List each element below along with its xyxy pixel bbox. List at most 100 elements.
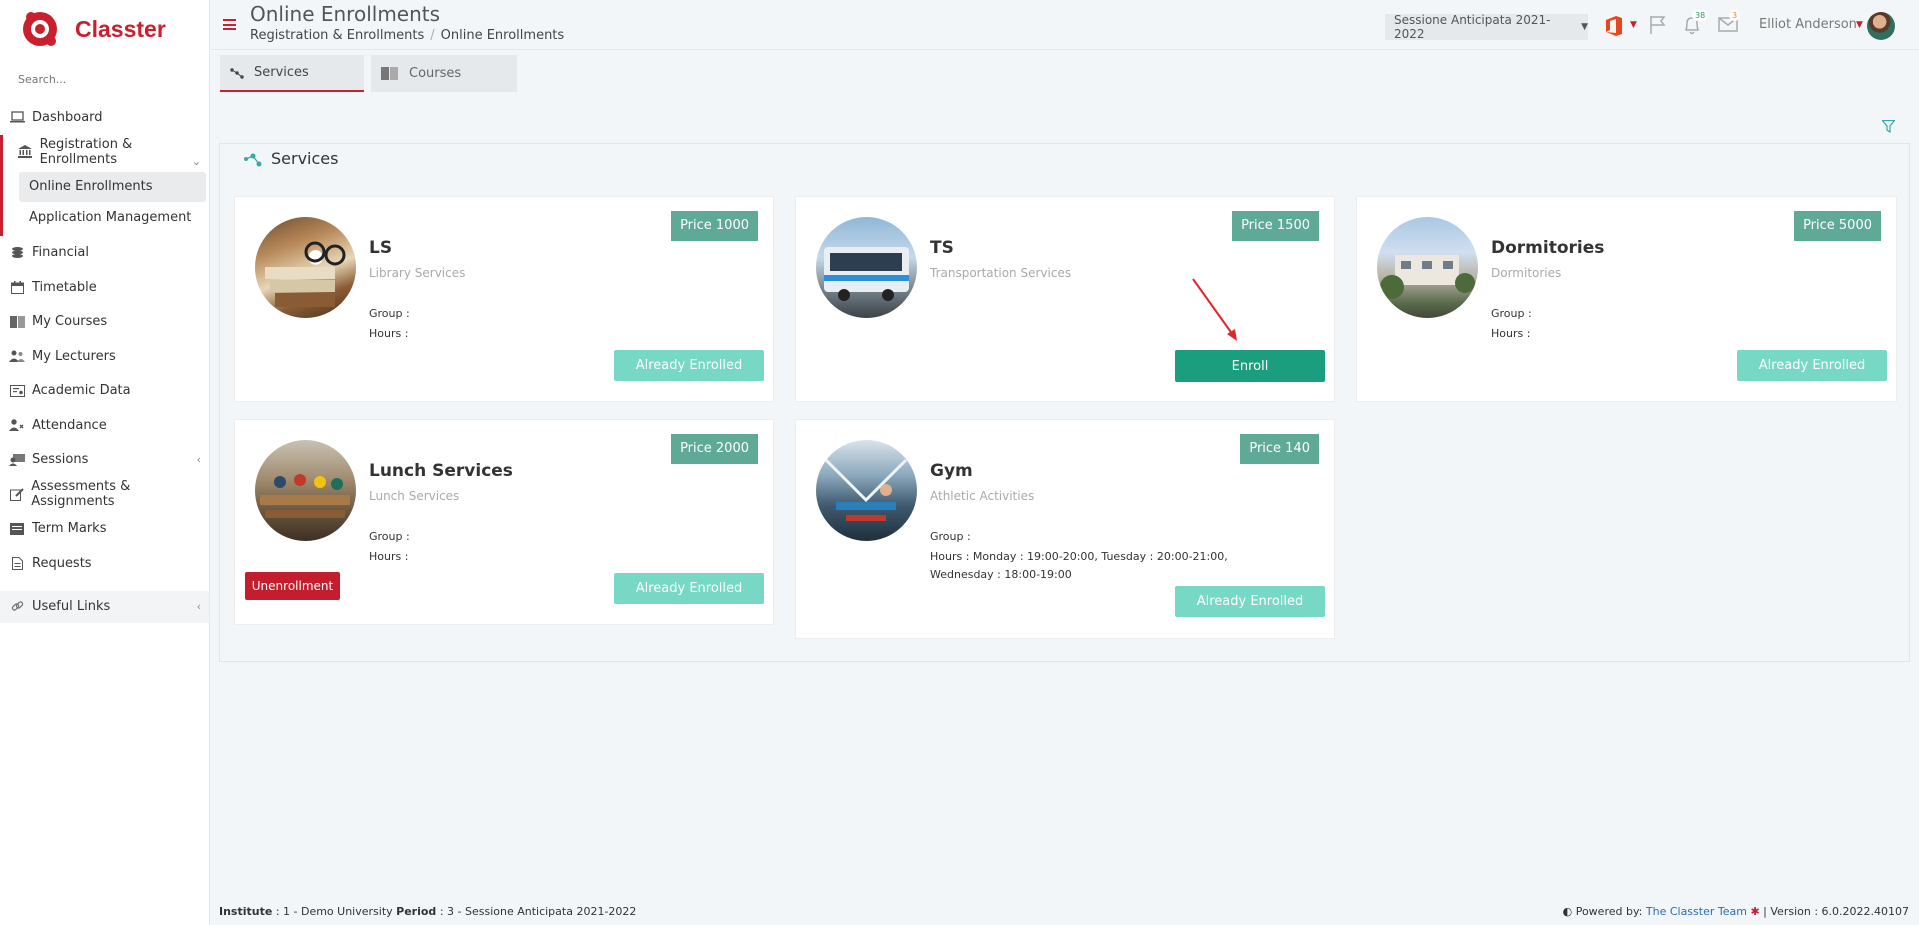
caret-down-icon[interactable]: ▼ — [1856, 20, 1863, 30]
chevron-left-icon: ‹ — [196, 453, 201, 467]
sidebar-item-term-marks[interactable]: Term Marks — [0, 512, 209, 547]
registration-submenu: Online Enrollments Application Managemen… — [0, 168, 209, 236]
footer-period-value: : 3 - Sessione Anticipata 2021-2022 — [439, 905, 637, 918]
service-hours: Hours : — [369, 550, 409, 563]
already-enrolled-button[interactable]: Already Enrolled — [614, 350, 764, 381]
sidebar-item-label: Useful Links — [32, 599, 111, 614]
service-group: Group : — [1491, 307, 1532, 320]
service-hours: Hours : Monday : 19:00-20:00, Tuesday : … — [930, 550, 1228, 581]
already-enrolled-button[interactable]: Already Enrolled — [614, 573, 764, 604]
sidebar-item-my-lecturers[interactable]: My Lecturers — [0, 339, 209, 374]
chevron-down-icon: ⌄ — [191, 154, 201, 168]
tab-services[interactable]: Services — [220, 55, 364, 92]
service-card-dormitories: Dormitories Dormitories Group : Hours : … — [1356, 196, 1897, 402]
service-hours: Hours : — [1491, 327, 1531, 340]
edit-icon — [9, 487, 24, 501]
avatar[interactable] — [1867, 12, 1895, 40]
sidebar-item-dashboard[interactable]: Dashboard — [0, 100, 209, 135]
sidebar: Classter Dashboard Registration & Enroll… — [0, 0, 210, 925]
price-badge: Price 1000 — [671, 211, 758, 241]
user-check-icon — [9, 418, 25, 432]
service-image — [255, 217, 356, 318]
logo[interactable]: Classter — [0, 0, 209, 58]
section-title-text: Services — [271, 149, 339, 168]
service-group: Group : — [369, 307, 410, 320]
institution-icon — [17, 145, 33, 159]
search-input[interactable] — [18, 72, 198, 86]
sidebar-item-label: Registration & Enrollments — [39, 136, 133, 167]
service-card-gym: Gym Athletic Activities Group : Hours : … — [795, 419, 1335, 639]
classter-flag-icon: ✱ — [1750, 905, 1760, 918]
sidebar-item-registration[interactable]: Registration & Enrollments ⌄ — [0, 134, 209, 169]
footer-period-label: Period — [396, 905, 437, 918]
sidebar-item-attendance[interactable]: Attendance — [0, 408, 209, 443]
annotation-arrow-icon — [1192, 278, 1237, 341]
classter-logo-icon — [23, 12, 57, 46]
sidebar-item-sessions[interactable]: Sessions ‹ — [0, 443, 209, 478]
enroll-button[interactable]: Enroll — [1175, 350, 1325, 382]
already-enrolled-button[interactable]: Already Enrolled — [1175, 586, 1325, 617]
footer: Institute : 1 - Demo University Period :… — [219, 905, 1909, 918]
filter-icon[interactable] — [1882, 120, 1895, 133]
sidebar-item-assessments[interactable]: Assessments & Assignments — [0, 477, 209, 512]
tab-courses[interactable]: Courses — [371, 55, 517, 92]
classter-team-link[interactable]: The Classter Team — [1646, 905, 1747, 918]
service-card-ls: LS Library Services Group : Hours : Pric… — [234, 196, 774, 402]
page-title: Online Enrollments — [250, 2, 441, 26]
footer-institute-value: : 1 - Demo University — [275, 905, 393, 918]
sidebar-item-online-enrollments[interactable]: Online Enrollments — [19, 171, 206, 202]
sidebar-item-label: Requests — [32, 555, 92, 571]
flag-icon[interactable] — [1649, 15, 1667, 35]
service-group: Group : — [369, 530, 410, 543]
menu-toggle-icon[interactable] — [223, 19, 236, 30]
link-icon — [9, 600, 25, 614]
users-icon — [9, 349, 25, 363]
sidebar-item-financial[interactable]: Financial — [0, 236, 209, 271]
sidebar-item-label: Timetable — [32, 279, 97, 295]
sessions-icon — [9, 453, 25, 467]
sidebar-item-timetable[interactable]: Timetable — [0, 270, 209, 305]
sidebar-item-label: Dashboard — [32, 109, 103, 125]
app-name: Classter — [75, 15, 166, 42]
services-icon — [230, 67, 244, 79]
sidebar-item-label: Sessions — [32, 452, 89, 468]
sidebar-item-my-courses[interactable]: My Courses — [0, 305, 209, 340]
sidebar-search[interactable] — [0, 58, 209, 100]
coins-icon — [9, 246, 25, 260]
sidebar-item-requests[interactable]: Requests — [0, 546, 209, 581]
notifications-badge: 38 — [1692, 10, 1709, 21]
caret-down-icon: ▼ — [1581, 22, 1588, 32]
unenrollment-button[interactable]: Unenrollment — [245, 572, 340, 600]
certificate-icon — [9, 384, 25, 398]
powered-by-label: Powered by: — [1575, 905, 1643, 918]
service-name: LS — [369, 238, 393, 258]
already-enrolled-button[interactable]: Already Enrolled — [1737, 350, 1887, 381]
session-select[interactable]: Sessione Anticipata 2021-2022 ▼ — [1385, 13, 1588, 41]
footer-powered: ◐ Powered by: The Classter Team ✱ | Vers… — [1563, 905, 1909, 918]
sidebar-item-application-management[interactable]: Application Management — [19, 203, 206, 233]
service-hours: Hours : — [369, 327, 409, 340]
price-badge: Price 5000 — [1794, 211, 1881, 241]
service-description: Transportation Services — [930, 266, 1072, 280]
classter-small-icon: ◐ — [1562, 905, 1573, 918]
book-icon — [9, 315, 25, 329]
tab-label: Courses — [409, 66, 462, 81]
office-icon[interactable] — [1605, 16, 1623, 36]
breadcrumb-separator: / — [430, 28, 435, 43]
sidebar-item-label: Financial — [32, 245, 89, 261]
breadcrumb-item[interactable]: Registration & Enrollments — [250, 28, 424, 43]
services-icon — [243, 151, 263, 167]
tab-label: Services — [254, 65, 309, 80]
user-name[interactable]: Elliot Anderson — [1759, 17, 1857, 32]
breadcrumb-item: Online Enrollments — [440, 28, 565, 43]
service-description: Dormitories — [1491, 266, 1562, 280]
book-icon — [381, 67, 399, 80]
service-description: Library Services — [369, 266, 466, 280]
section-title: Services — [243, 149, 338, 168]
service-description: Lunch Services — [369, 489, 460, 503]
service-name: Gym — [930, 461, 973, 481]
laptop-icon — [9, 110, 25, 124]
caret-down-icon[interactable]: ▼ — [1630, 20, 1637, 30]
sidebar-item-academic-data[interactable]: Academic Data — [0, 374, 209, 409]
sidebar-item-useful-links[interactable]: Useful Links ‹ — [0, 590, 209, 623]
